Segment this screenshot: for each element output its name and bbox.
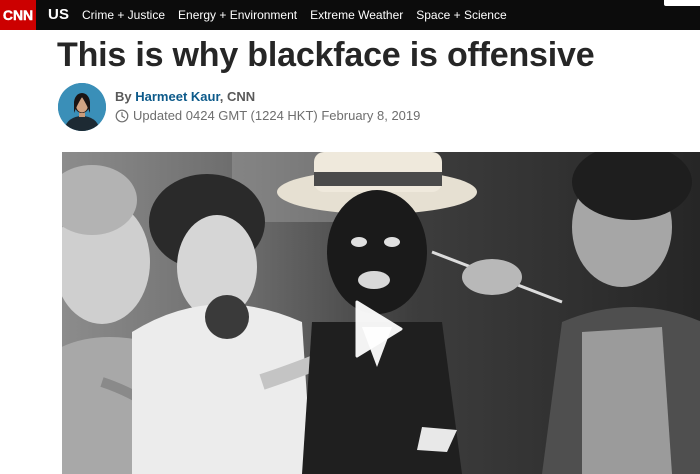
updated-text: Updated 0424 GMT (1224 HKT) February 8, …	[133, 108, 421, 123]
author-avatar[interactable]	[58, 83, 106, 131]
nav-link-space-science[interactable]: Space + Science	[416, 8, 506, 22]
byline-prefix: By	[115, 89, 132, 104]
cnn-logo-text: CNN	[3, 7, 33, 23]
byline-org: , CNN	[219, 89, 256, 104]
updated-timestamp: Updated 0424 GMT (1224 HKT) February 8, …	[115, 108, 420, 123]
nav-link-energy-environment[interactable]: Energy + Environment	[178, 8, 297, 22]
byline: By Harmeet Kaur, CNN	[115, 89, 255, 104]
clock-icon	[115, 109, 129, 122]
nav-link-crime-justice[interactable]: Crime + Justice	[82, 8, 165, 22]
nav-link-extreme-weather[interactable]: Extreme Weather	[310, 8, 403, 22]
nav-links: Crime + Justice Energy + Environment Ext…	[82, 0, 520, 30]
video-player[interactable]	[62, 152, 700, 474]
play-icon	[355, 300, 403, 358]
search-box[interactable]	[664, 0, 700, 6]
play-button[interactable]	[355, 300, 403, 358]
top-nav: CNN US Crime + Justice Energy + Environm…	[0, 0, 700, 30]
cnn-logo[interactable]: CNN	[0, 0, 36, 30]
author-link[interactable]: Harmeet Kaur	[135, 89, 220, 104]
article-headline: This is why blackface is offensive	[57, 36, 595, 74]
edition-label[interactable]: US	[48, 0, 69, 30]
